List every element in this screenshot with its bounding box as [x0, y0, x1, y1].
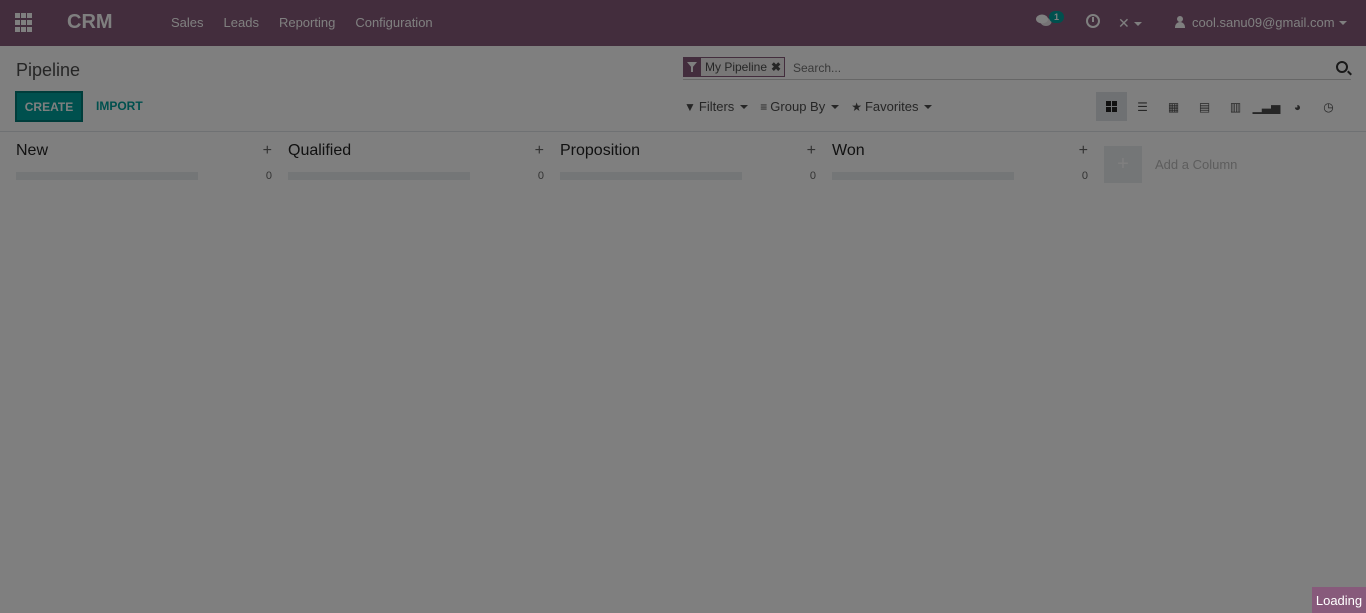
column-progress-bar [560, 172, 742, 180]
table-icon: ▤ [1198, 99, 1211, 114]
user-email: cool.sanu09@gmail.com [1192, 15, 1335, 30]
menu-item-sales[interactable]: Sales [171, 15, 204, 30]
graph-view-button[interactable]: ▥ [1220, 92, 1251, 121]
search-bar: My Pipeline ✖ [683, 57, 1351, 80]
dashboard-icon: ◕ [1293, 99, 1302, 114]
debug-tools-icon[interactable]: ✕ [1118, 15, 1142, 32]
groupby-dropdown[interactable]: ≡ Group By [760, 99, 840, 114]
signal-icon: ▁▃▅ [1252, 99, 1281, 114]
column-progress-bar [16, 172, 198, 180]
search-icon[interactable] [1336, 61, 1348, 73]
view-switcher: ☰ ▦ ▤ ▥ ▁▃▅ ◕ ◷ [1096, 92, 1344, 121]
chevron-down-icon [831, 104, 840, 109]
facet-label: My Pipeline [705, 60, 768, 74]
user-icon [1174, 16, 1186, 29]
kanban-icon [1106, 101, 1117, 112]
favorites-dropdown[interactable]: ★ Favorites [851, 99, 933, 114]
import-button[interactable]: IMPORT [96, 99, 143, 113]
column-title: Won [832, 142, 865, 159]
quick-create-plus-icon[interactable]: + [807, 142, 816, 160]
chevron-down-icon [1338, 20, 1347, 25]
column-progress-bar [832, 172, 1014, 180]
filters-label: Filters [698, 99, 735, 114]
quick-create-plus-icon[interactable]: + [1079, 142, 1088, 160]
kanban-board: New + 0 Qualified + 0 Proposition + 0 Wo… [0, 132, 1366, 613]
main-menu: Sales Leads Reporting Configuration [171, 15, 453, 30]
chevron-down-icon [740, 104, 749, 109]
search-facet: My Pipeline ✖ [683, 57, 786, 77]
create-button[interactable]: CREATE [15, 91, 83, 122]
groupby-label: Group By [770, 99, 826, 114]
cohort-view-button[interactable]: ▁▃▅ [1251, 92, 1282, 121]
chevron-down-icon [924, 104, 933, 109]
list-icon: ☰ [1137, 99, 1148, 114]
menu-item-configuration[interactable]: Configuration [355, 15, 432, 30]
search-input[interactable] [793, 59, 1313, 77]
list-view-button[interactable]: ☰ [1127, 92, 1158, 121]
page-title: Pipeline [16, 60, 81, 80]
calendar-icon: ▦ [1167, 99, 1180, 114]
activity-view-button[interactable]: ◷ [1313, 92, 1344, 121]
column-title: New [16, 142, 49, 159]
star-icon: ★ [851, 99, 862, 114]
chat-count-badge: 1 [1049, 11, 1065, 23]
add-column-plus-icon[interactable]: + [1104, 146, 1142, 183]
menu-item-leads[interactable]: Leads [224, 15, 259, 30]
favorites-label: Favorites [864, 99, 919, 114]
clock-icon: ◷ [1323, 99, 1334, 114]
calendar-view-button[interactable]: ▦ [1158, 92, 1189, 121]
apps-menu-icon[interactable] [15, 13, 35, 33]
filter-icon [684, 58, 701, 76]
bar-chart-icon: ▥ [1229, 99, 1242, 114]
filters-dropdown[interactable]: ▼ Filters [684, 99, 749, 114]
add-column-label[interactable]: Add a Column [1155, 157, 1237, 172]
column-count: 0 [809, 170, 816, 182]
column-count: 0 [537, 170, 544, 182]
pivot-view-button[interactable]: ▤ [1189, 92, 1220, 121]
add-column[interactable]: + Add a Column [1104, 146, 1237, 183]
quick-create-plus-icon[interactable]: + [263, 142, 272, 160]
app-brand[interactable]: CRM [67, 11, 113, 34]
top-navbar: CRM Sales Leads Reporting Configuration … [0, 0, 1366, 46]
column-count: 0 [1081, 170, 1088, 182]
control-panel: Pipeline CREATE IMPORT My Pipeline ✖ ▼ F… [0, 46, 1366, 132]
menu-item-reporting[interactable]: Reporting [279, 15, 335, 30]
activity-clock-icon[interactable] [1086, 14, 1100, 28]
loading-indicator: Loading [1312, 587, 1366, 613]
column-count: 0 [265, 170, 272, 182]
quick-create-plus-icon[interactable]: + [535, 142, 544, 160]
user-menu[interactable]: cool.sanu09@gmail.com [1174, 15, 1347, 30]
column-progress-bar [288, 172, 470, 180]
search-options: ▼ Filters ≡ Group By ★ Favorites [684, 99, 944, 114]
dashboard-view-button[interactable]: ◕ [1282, 92, 1313, 121]
facet-remove-icon[interactable]: ✖ [771, 60, 784, 74]
column-title: Qualified [288, 142, 352, 159]
kanban-view-button[interactable] [1096, 92, 1127, 121]
column-title: Proposition [560, 142, 641, 159]
filter-icon: ▼ [684, 99, 696, 114]
chevron-down-icon [1133, 22, 1142, 27]
bars-icon: ≡ [760, 99, 768, 114]
